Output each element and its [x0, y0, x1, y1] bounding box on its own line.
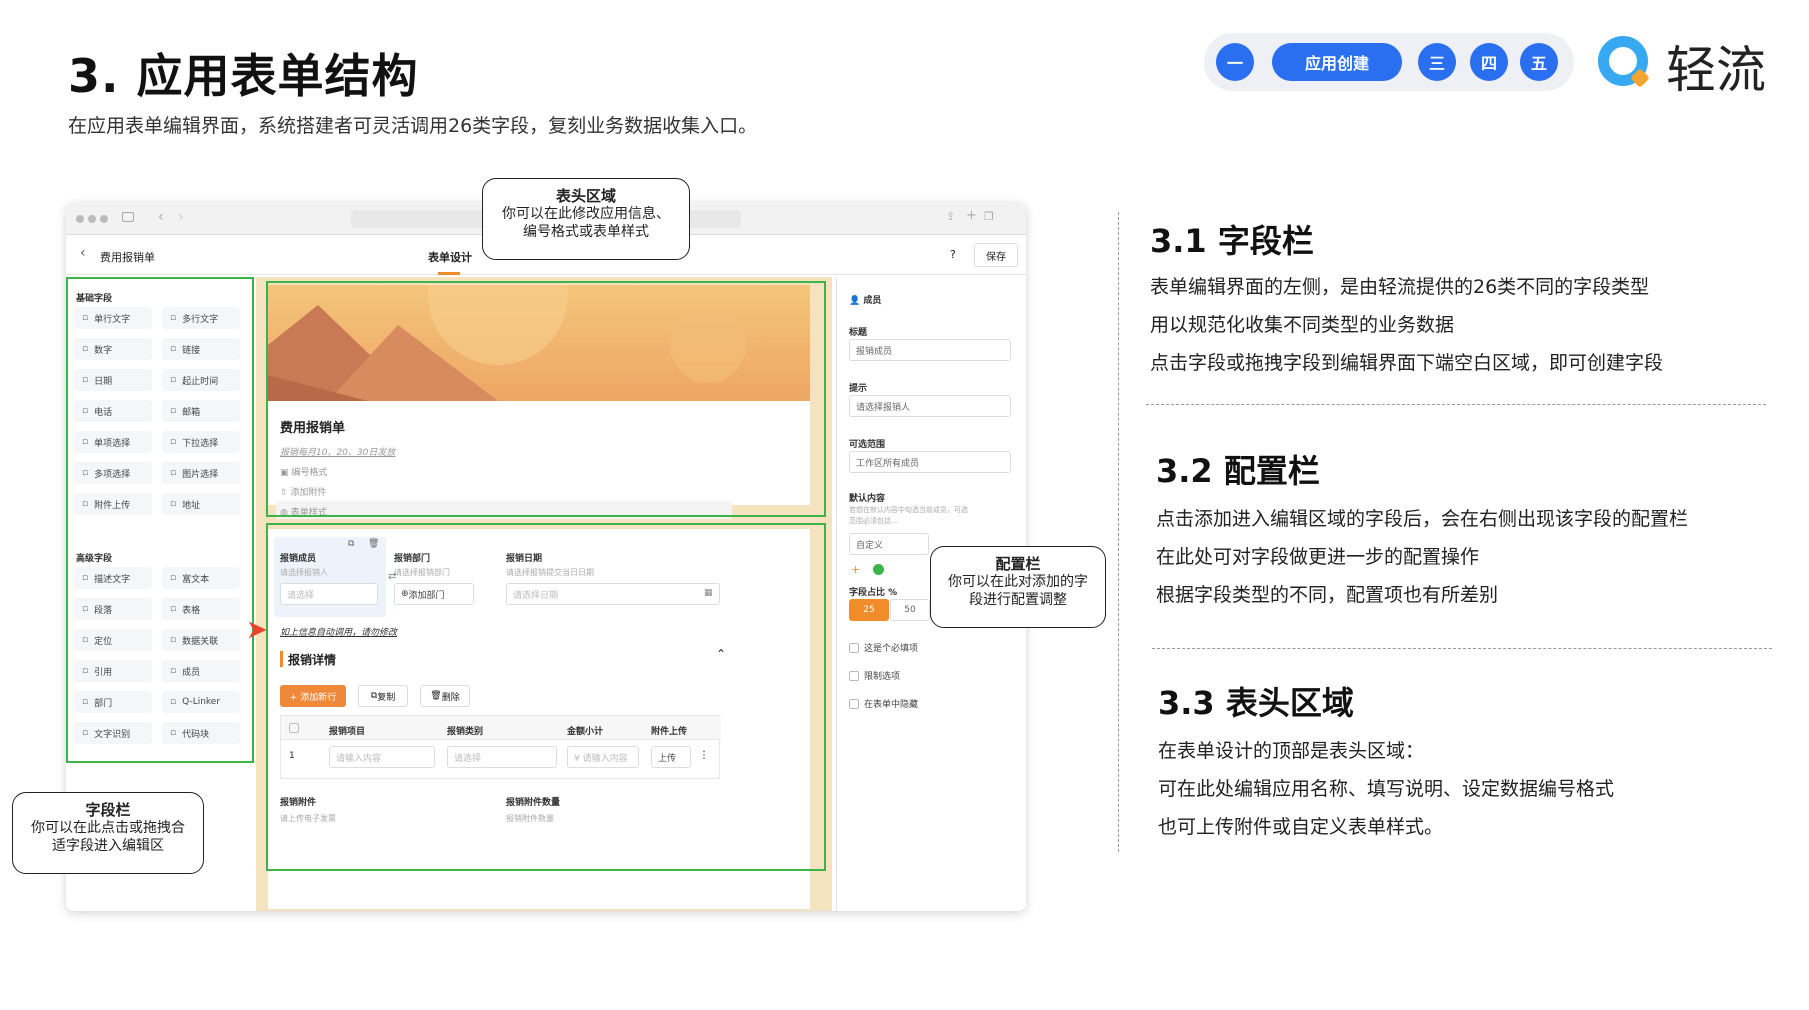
new-tab-icon[interactable]: + — [966, 208, 977, 223]
column-divider — [1118, 212, 1119, 852]
page-title: 3. 应用表单结构 — [68, 49, 419, 103]
callout-config: 配置栏 你可以在此对添加的字段进行配置调整 — [930, 546, 1106, 628]
config-ratio-label: 字段占比 % — [849, 588, 898, 598]
arrow-pointer-icon: ➤ — [246, 615, 268, 645]
nav-step-1[interactable]: 一 — [1216, 43, 1254, 81]
edit-area-highlight — [266, 523, 826, 871]
forward-arrow-icon[interactable]: › — [178, 209, 184, 225]
save-button[interactable]: 保存 — [974, 243, 1018, 267]
required-checkbox[interactable]: 这是个必填项 — [849, 641, 918, 654]
config-hint-input[interactable]: 请选择报销人 — [849, 395, 1011, 417]
nav-step-5[interactable]: 五 — [1520, 43, 1558, 81]
config-title-input[interactable]: 报销成员 — [849, 339, 1011, 361]
config-title-label: 标题 — [849, 328, 868, 338]
tab-form-design[interactable]: 表单设计 — [428, 249, 472, 265]
logo-text: 轻流 — [1666, 41, 1766, 99]
config-hint-label: 提示 — [849, 384, 868, 394]
divider — [1152, 648, 1772, 649]
config-default-label: 默认内容 — [849, 494, 886, 504]
person-icon: 👤 — [849, 296, 864, 306]
window-dot-icon[interactable] — [100, 215, 108, 223]
section-32-title: 3.2 配置栏 — [1156, 452, 1320, 490]
section-31-text: 表单编辑界面的左侧，是由轻流提供的26类不同的字段类型 用以规范化收集不同类型的业… — [1150, 276, 1664, 374]
back-icon[interactable]: ‹ — [80, 245, 86, 261]
app-name: 费用报销单 — [100, 251, 155, 264]
nav-step-2[interactable]: 应用创建 — [1272, 43, 1402, 81]
ratio-option-25[interactable]: 25 — [849, 599, 889, 621]
step-nav: 一 应用创建 三 四 五 — [1204, 33, 1574, 91]
share-icon[interactable]: ⇪ — [946, 210, 955, 223]
config-range-label: 可选范围 — [849, 440, 886, 450]
page-subtitle: 在应用表单编辑界面，系统搭建者可灵活调用26类字段，复刻业务数据收集入口。 — [68, 115, 758, 137]
config-default-desc: 若想在默认内容中勾选当前成员，可选范围必须包括... — [849, 506, 968, 525]
add-icon[interactable]: + — [851, 563, 860, 576]
help-icon[interactable]: ? — [950, 248, 956, 261]
section-33-title: 3.3 表头区域 — [1158, 684, 1354, 722]
callout-header: 表头区域 你可以在此修改应用信息、编号格式或表单样式 — [482, 178, 690, 260]
logo-icon — [1598, 36, 1648, 86]
sidebar-toggle-icon[interactable] — [122, 212, 134, 222]
section-33-text: 在表单设计的顶部是表头区域： 可在此处编辑应用名称、填写说明、设定数据编号格式 也可… — [1158, 740, 1615, 838]
app-window: ‹ › ⇪ + ❐ ‹ 费用报销单 表单设计 ? 保存 基础字段 ▫ 单行文字 ▫ 多… — [66, 203, 1026, 911]
config-range-select[interactable]: 工作区所有成员 — [849, 451, 1011, 473]
window-dot-icon[interactable] — [88, 215, 96, 223]
tab-indicator — [438, 272, 460, 275]
hide-in-form-checkbox[interactable]: 在表单中隐藏 — [849, 697, 918, 710]
config-default-select[interactable]: 自定义 — [849, 533, 929, 555]
section-32-text: 点击添加进入编辑区域的字段后，会在右侧出现该字段的配置栏 在此处可对字段做更进一步… — [1156, 508, 1689, 606]
section-31-title: 3.1 字段栏 — [1150, 222, 1314, 260]
config-field-type: 👤 成员 — [849, 296, 882, 306]
nav-step-3[interactable]: 三 — [1418, 43, 1456, 81]
nav-step-4[interactable]: 四 — [1470, 43, 1508, 81]
divider — [1146, 404, 1766, 405]
header-area-highlight — [266, 281, 826, 517]
back-arrow-icon[interactable]: ‹ — [158, 209, 164, 225]
ratio-option-50[interactable]: 50 — [890, 599, 930, 621]
tabs-icon[interactable]: ❐ — [984, 210, 994, 223]
callout-fields: 字段栏 你可以在此点击或拖拽合适字段进入编辑区 — [12, 792, 204, 874]
limit-options-checkbox[interactable]: 限制选项 — [849, 669, 900, 682]
window-dot-icon[interactable] — [76, 215, 84, 223]
field-panel-highlight — [66, 277, 254, 763]
member-avatar-icon — [873, 564, 884, 575]
